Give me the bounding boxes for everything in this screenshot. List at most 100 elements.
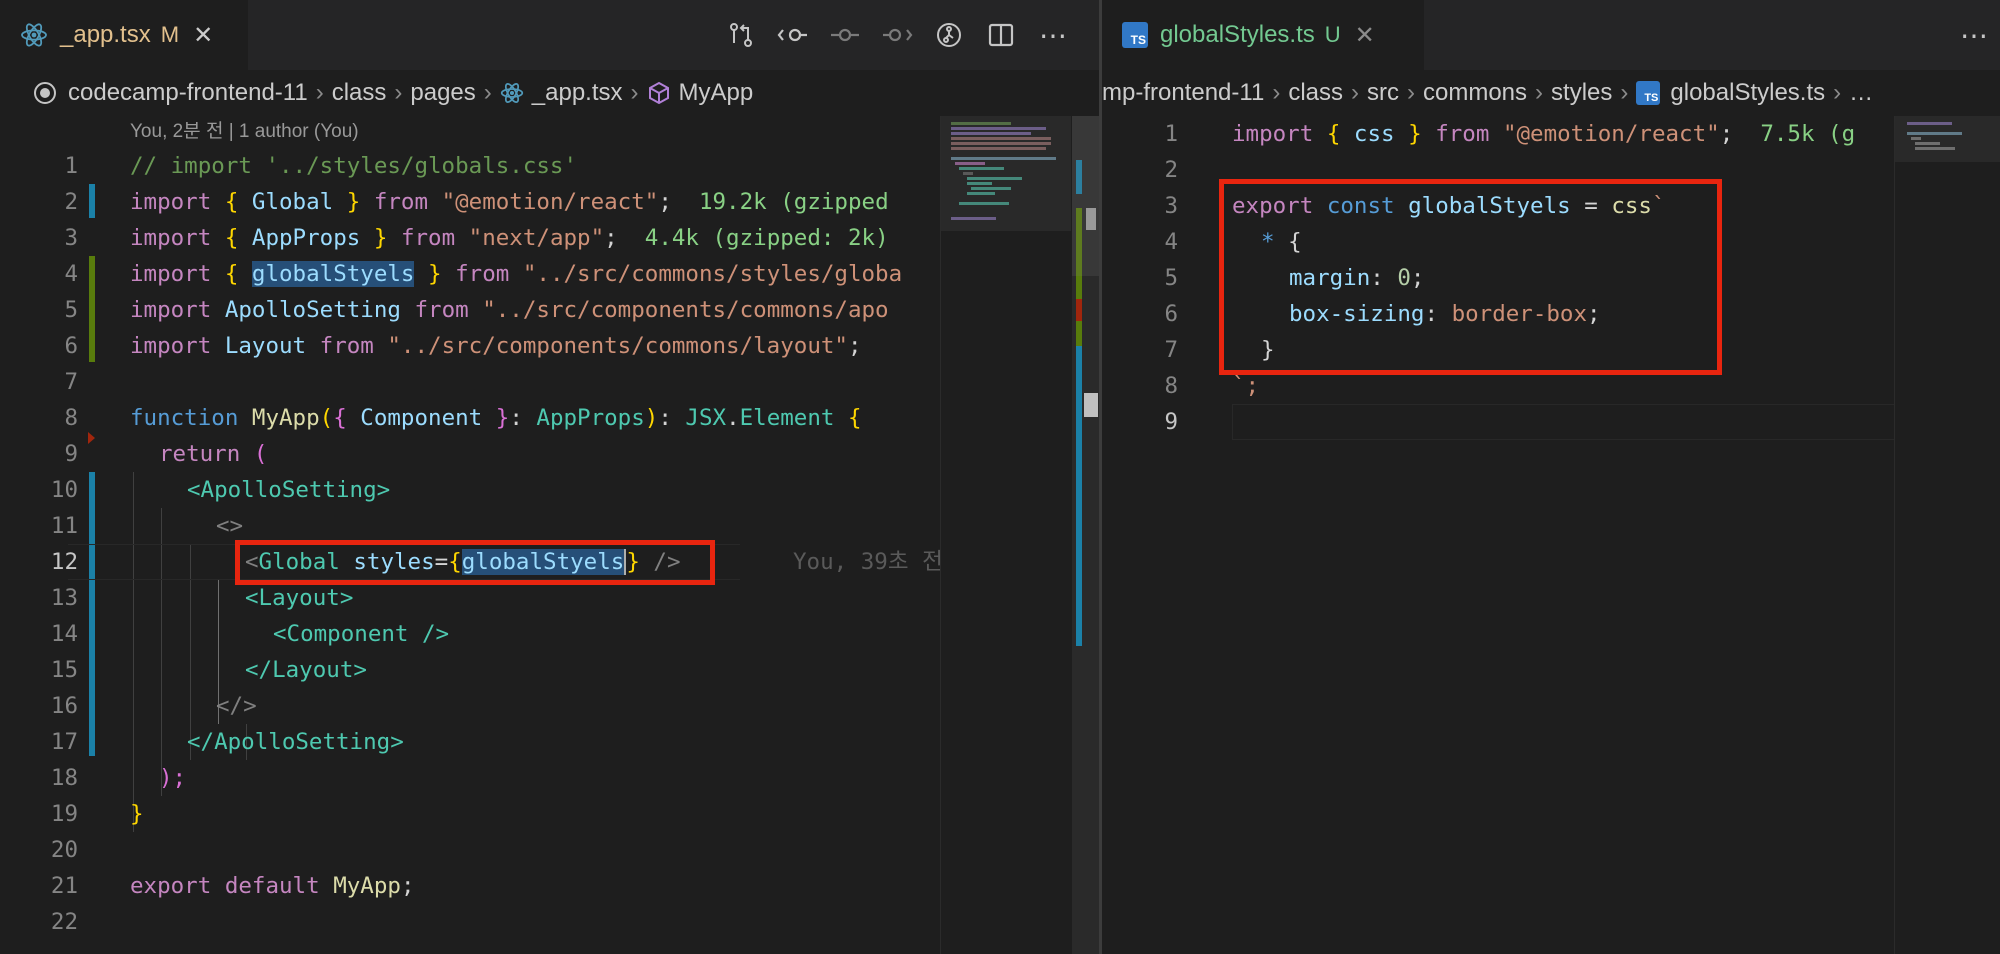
left-tab-bar: _app.tsx M ✕ ⋯	[0, 0, 1099, 70]
untracked-badge: U	[1324, 22, 1341, 47]
tab-app-tsx[interactable]: _app.tsx M ✕	[0, 0, 248, 70]
line-number: 2	[1164, 157, 1178, 183]
string: "@emotion/react"	[441, 189, 659, 215]
punctuation: ;	[658, 189, 672, 215]
punctuation: ;	[400, 873, 415, 899]
breadcrumb: mp-frontend-11 › class › src › commons ›…	[1102, 70, 2000, 116]
close-icon[interactable]: ✕	[193, 21, 213, 50]
line-number: 6	[1164, 301, 1178, 327]
editor-actions: ⋯	[715, 0, 1079, 70]
code-area[interactable]: 1 2 3 4 5 6 7 8 9 import { css } from "@…	[1102, 116, 2000, 954]
punctuation: ;	[847, 333, 862, 359]
breadcrumb-label: commons	[1423, 79, 1528, 106]
breadcrumb-item-file[interactable]: _app.tsx	[500, 79, 623, 107]
code-line: import { css } from "@emotion/react"; 7.…	[1232, 116, 1855, 152]
string: "../src/commons/styles/globa	[522, 261, 903, 287]
breadcrumb-item-more[interactable]: …	[1849, 79, 1873, 107]
minimap[interactable]	[940, 116, 1071, 954]
breadcrumb-item-symbol[interactable]: MyApp	[647, 79, 754, 107]
editor-actions: ⋯	[1948, 0, 2000, 70]
brace: {	[224, 261, 239, 287]
keyword: from	[319, 333, 374, 359]
line-number: 1	[1164, 121, 1178, 147]
tab-globalstyles-ts[interactable]: TS globalStyles.ts U ✕	[1102, 0, 1424, 70]
code-line: <Layout>	[245, 585, 354, 611]
code-line: <>	[216, 513, 244, 539]
keyword: from	[414, 297, 469, 323]
minimap-slider[interactable]	[941, 116, 1071, 231]
breadcrumb-item-file[interactable]: TS globalStyles.ts	[1636, 79, 1825, 107]
scrollbar-cursor-marker	[1084, 393, 1098, 417]
string: "@emotion/react"	[1502, 121, 1720, 147]
breadcrumb-label: …	[1849, 79, 1874, 106]
line-number: 4	[64, 261, 78, 287]
git-lens-icon[interactable]	[923, 0, 975, 70]
line-number: 3	[1164, 193, 1178, 219]
breadcrumb-item-src[interactable]: src	[1367, 79, 1399, 107]
identifier: Component	[360, 405, 483, 431]
breadcrumb-item-pages[interactable]: pages	[410, 79, 475, 107]
line-number: 4	[1164, 229, 1178, 255]
inline-blame[interactable]: You, 39초 전	[793, 544, 943, 580]
breadcrumb-label: pages	[410, 79, 476, 106]
go-back-icon[interactable]	[767, 0, 819, 70]
breadcrumb-item-class[interactable]: class	[1288, 79, 1343, 107]
line-number: 10	[50, 477, 78, 503]
react-icon	[20, 21, 48, 49]
chevron-right-icon: ›	[1620, 79, 1629, 106]
keyword: import	[130, 261, 212, 287]
brace: }	[495, 405, 510, 431]
breadcrumb-item-root[interactable]: codecamp-frontend-11	[32, 79, 308, 107]
line-number: 16	[50, 693, 78, 719]
more-icon[interactable]: ⋯	[1027, 0, 1079, 70]
line-number: 18	[50, 765, 78, 791]
line-number: 20	[50, 837, 78, 863]
identifier: ApolloSetting	[224, 297, 401, 323]
brace: }	[346, 189, 361, 215]
breadcrumb-label: codecamp-frontend-11	[68, 79, 308, 106]
line-number: 5	[64, 297, 78, 323]
close-icon[interactable]: ✕	[1355, 21, 1375, 50]
identifier: AppProps	[251, 225, 361, 251]
keyword: import	[130, 333, 212, 359]
brace: }	[373, 225, 388, 251]
timeline-icon[interactable]	[819, 0, 871, 70]
chevron-right-icon: ›	[630, 79, 639, 106]
breadcrumb-label: class	[1288, 79, 1343, 106]
minimap[interactable]	[1894, 116, 2000, 954]
go-forward-icon[interactable]	[871, 0, 923, 70]
more-icon[interactable]: ⋯	[1948, 0, 2000, 70]
keyword: import	[1232, 121, 1314, 147]
brace: }	[428, 261, 442, 287]
typescript-icon-text: TS	[1644, 92, 1659, 104]
breadcrumb-item-commons[interactable]: commons	[1423, 79, 1527, 107]
minimap-slider[interactable]	[1895, 116, 2000, 162]
scrollbar-change-marker	[1076, 346, 1082, 646]
identifier: MyApp	[333, 873, 401, 899]
git-compare-icon[interactable]	[715, 0, 767, 70]
breadcrumb-item-root[interactable]: mp-frontend-11	[1102, 79, 1264, 107]
line-number: 13	[50, 585, 78, 611]
typescript-icon: TS	[1636, 81, 1661, 105]
chevron-right-icon: ›	[315, 79, 324, 106]
vertical-scrollbar[interactable]	[1072, 116, 1099, 954]
breadcrumb-item-class[interactable]: class	[332, 79, 387, 107]
breadcrumb-label: MyApp	[678, 79, 754, 106]
split-editor-icon[interactable]	[975, 0, 1027, 70]
identifier-highlighted: globalStyels	[251, 261, 415, 287]
keyword: return	[159, 441, 241, 467]
chevron-right-icon: ›	[1272, 79, 1281, 106]
code-area[interactable]: You, 2분 전 | 1 author (You) 1 2 3 4 5 6 7…	[0, 116, 1099, 954]
chevron-right-icon: ›	[483, 79, 492, 106]
codelens[interactable]: You, 2분 전 | 1 author (You)	[130, 116, 359, 148]
indent-guide	[133, 472, 134, 832]
breadcrumb-label: styles	[1551, 79, 1613, 106]
breadcrumb-item-styles[interactable]: styles	[1551, 79, 1612, 107]
typescript-icon: TS	[1122, 22, 1148, 48]
string: "../src/components/commons/layout"	[387, 333, 848, 359]
gutter-modified-bar	[89, 184, 95, 218]
line-number: 1	[64, 153, 78, 179]
code-line: <Component />	[273, 621, 450, 647]
line-number: 5	[1164, 265, 1178, 291]
scrollbar-thumb[interactable]	[1072, 116, 1099, 276]
